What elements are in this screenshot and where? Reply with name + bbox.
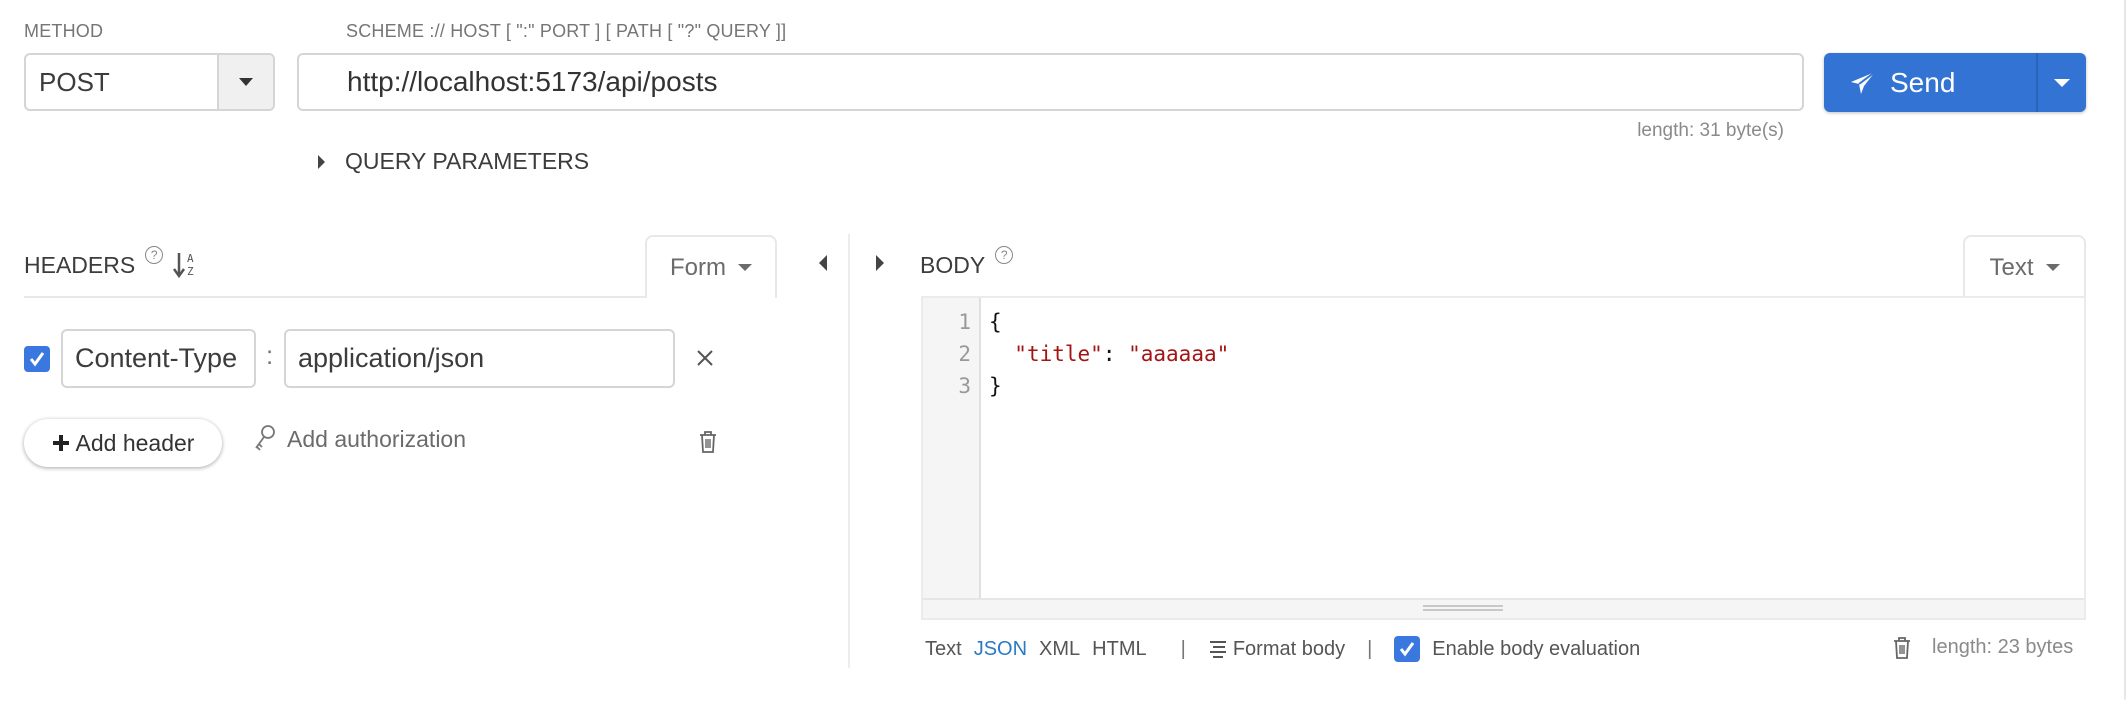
body-toolbar: Text JSON XML HTML | Format body | Enabl… [925,634,1652,664]
clear-body-button[interactable] [1892,636,1912,665]
add-authorization-button[interactable]: Add authorization [253,424,466,454]
caret-down-icon [738,264,752,271]
add-header-button[interactable]: Add header [24,419,222,467]
url-length: length: 31 byte(s) [1637,120,1784,141]
brace-open: { [989,310,1002,334]
paper-plane-icon [1851,70,1876,94]
expand-arrow-icon [318,154,325,169]
trash-icon [1894,637,1910,659]
json-value: "aaaaaa" [1128,342,1230,366]
url-input[interactable] [297,53,1804,111]
body-title: BODY [920,252,986,278]
trash-icon [700,431,716,453]
body-editor[interactable]: 1 2 3 { "title": "aaaaaa" } [921,296,2086,620]
add-header-label: Add header [75,429,195,456]
json-key: "title" [1014,342,1103,366]
header-enabled-checkbox[interactable] [24,346,50,372]
expand-right-button[interactable] [876,255,904,271]
send-button[interactable]: Send [1824,53,2036,112]
svg-text:Z: Z [187,265,194,278]
method-value: POST [39,67,110,97]
header-key-input[interactable] [61,329,256,388]
plus-icon [52,435,69,451]
headers-title-row: HEADERS ? A Z [24,246,199,280]
send-options-button[interactable] [2036,53,2086,112]
caret-down-icon [239,78,253,86]
send-button-group: Send [1824,53,2086,112]
line-number: 2 [958,342,971,366]
help-icon[interactable]: ? [995,246,1014,264]
header-row [24,346,50,372]
header-value-input[interactable] [284,329,675,388]
checkmark-icon [1400,642,1415,657]
add-authorization-label: Add authorization [287,425,467,452]
key-icon [255,425,275,451]
body-mode-tab[interactable]: Text [1963,235,2086,298]
line-number: 3 [958,374,971,398]
enable-body-evaluation-label: Enable body evaluation [1432,637,1641,660]
method-dropdown-button[interactable] [217,55,273,109]
help-icon[interactable]: ? [145,246,164,264]
send-label: Send [1890,66,1956,98]
arrow-right-icon [876,255,884,271]
header-separator: : [266,340,274,370]
code-line: } [989,374,1002,398]
headers-mode-tab[interactable]: Form [645,235,777,298]
brace-close: } [989,374,1002,398]
body-mode-label: Text [1989,253,2034,281]
headers-title: HEADERS [24,252,136,278]
query-parameters-toggle[interactable]: QUERY PARAMETERS [318,148,589,175]
format-body-button[interactable]: Format body [1208,638,1345,661]
checkmark-icon [29,352,45,367]
method-label: METHOD [24,21,104,41]
line-number-gutter: 1 2 3 [923,298,981,600]
code-line: "title": "aaaaaa" [989,342,1229,366]
sort-alpha-icon[interactable]: A Z [173,250,199,280]
line-number: 1 [958,310,971,334]
headers-mode-label: Form [670,253,726,281]
json-colon: : [1102,342,1129,366]
remove-header-button[interactable] [695,348,715,373]
body-title-row: BODY ? [920,246,1014,279]
toolbar-separator: | [1367,637,1373,660]
body-length: length: 23 bytes [1932,636,2074,658]
format-align-icon [1209,641,1226,658]
format-json-button[interactable]: JSON [974,638,1027,661]
grip-icon [1423,605,1503,611]
format-html-button[interactable]: HTML [1092,638,1146,661]
svg-text:A: A [187,252,194,265]
toolbar-separator: | [1180,637,1186,660]
panel-edge [2124,0,2126,700]
method-select[interactable]: POST [24,53,275,111]
format-body-label: Format body [1232,637,1346,660]
delete-all-headers-button[interactable] [698,430,718,459]
caret-down-icon [2045,264,2060,271]
query-parameters-label: QUERY PARAMETERS [345,148,590,174]
format-xml-button[interactable]: XML [1039,638,1080,661]
arrow-left-icon [819,255,827,271]
format-text-button[interactable]: Text [925,638,962,661]
close-icon [697,350,713,366]
enable-body-evaluation-checkbox[interactable] [1394,636,1421,662]
code-line: { [989,310,1002,334]
panel-splitter[interactable] [848,234,850,668]
caret-down-icon [2054,78,2070,87]
editor-resize-handle[interactable] [923,598,2084,618]
url-format-label: SCHEME :// HOST [ ":" PORT ] [ PATH [ "?… [346,21,787,41]
collapse-left-button[interactable] [819,255,827,271]
